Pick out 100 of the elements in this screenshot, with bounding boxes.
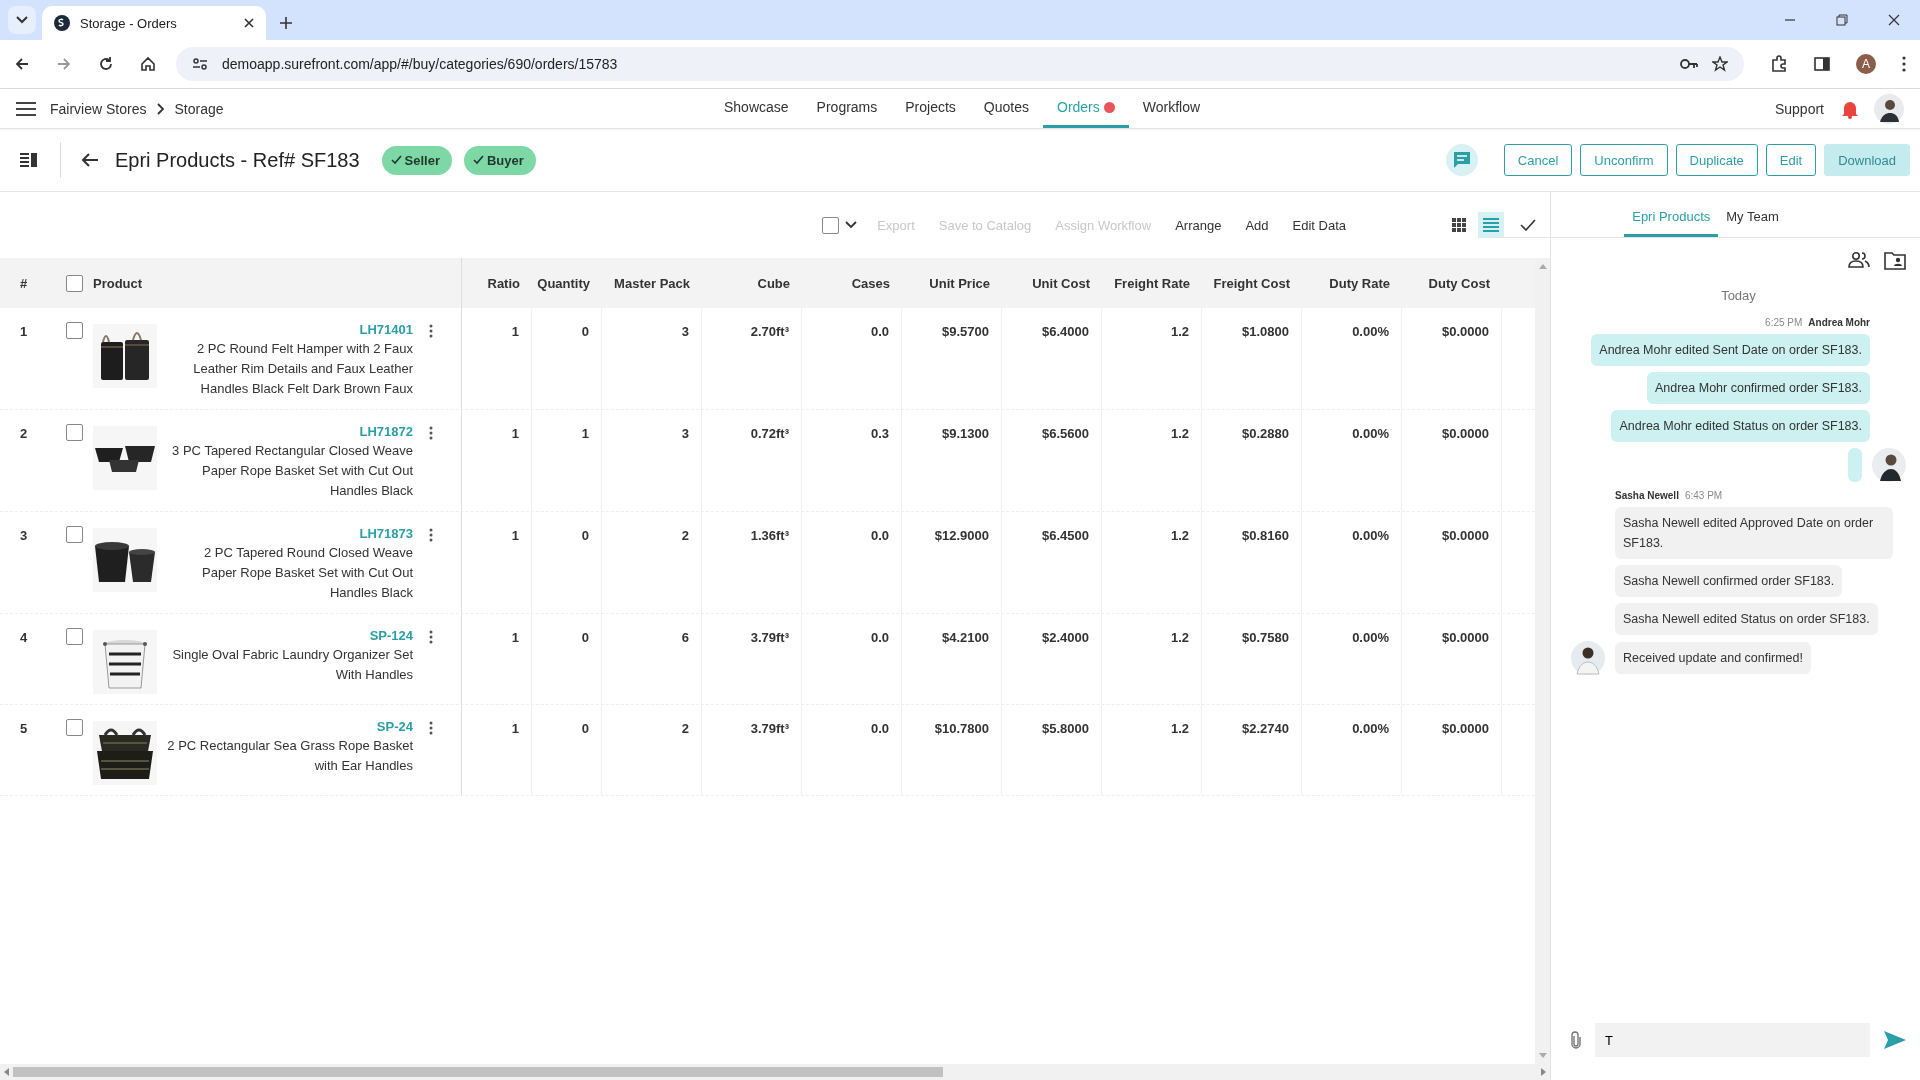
toolbar-action[interactable]: Edit Data xyxy=(1292,217,1346,233)
action-button[interactable]: Unconfirm xyxy=(1580,144,1668,176)
chat-tab[interactable]: Epri Products xyxy=(1624,209,1719,237)
restore-icon[interactable] xyxy=(1836,14,1848,26)
chat-icon[interactable] xyxy=(1445,144,1478,176)
chat-tab[interactable]: My Team xyxy=(1718,209,1787,237)
new-tab-icon[interactable] xyxy=(280,17,292,29)
column-header: Master Pack xyxy=(614,275,690,291)
row-menu-icon[interactable] xyxy=(429,324,433,338)
nav-tab[interactable]: Orders xyxy=(1043,89,1129,128)
select-all-checkbox[interactable] xyxy=(822,216,840,234)
attach-icon[interactable] xyxy=(1571,1031,1581,1049)
tab-title: Storage - Orders xyxy=(80,15,178,31)
row-menu-icon[interactable] xyxy=(429,721,433,735)
row-checkbox[interactable] xyxy=(66,424,83,441)
row-checkbox[interactable] xyxy=(66,628,83,645)
nav-tab[interactable]: Quotes xyxy=(969,89,1043,128)
scroll-left-icon[interactable] xyxy=(4,1068,9,1076)
row-checkbox[interactable] xyxy=(66,526,83,543)
site-settings-icon[interactable] xyxy=(192,57,208,71)
action-button[interactable]: Edit xyxy=(1765,144,1817,176)
row-menu-icon[interactable] xyxy=(429,426,433,440)
sku-link[interactable]: LH71872 xyxy=(359,424,413,439)
address-field[interactable]: demoapp.surefront.com/app/#/buy/categories/690/orders/15783 xyxy=(176,47,1744,81)
table-cell-text: 3.79ft³ xyxy=(750,721,789,738)
table-cell-text: 3 xyxy=(681,426,689,443)
table-cell-text: $10.7800 xyxy=(934,721,989,738)
table-cell-text: 0.00% xyxy=(1352,630,1389,647)
row-menu-icon[interactable] xyxy=(429,528,433,542)
tab-search-icon[interactable] xyxy=(8,6,36,34)
close-tab-icon[interactable] xyxy=(244,18,254,28)
table-cell-text: 0 xyxy=(581,528,589,545)
support-link[interactable]: Support xyxy=(1774,100,1824,117)
forward-icon[interactable] xyxy=(56,56,72,72)
table-cell-text: $2.4000 xyxy=(1042,630,1089,647)
table-cell-text: 1.2 xyxy=(1170,721,1189,738)
user-avatar xyxy=(1872,448,1906,482)
nav-tab[interactable]: Workflow xyxy=(1128,89,1215,128)
action-button[interactable]: Duplicate xyxy=(1675,144,1758,176)
table-cell-text: $9.5700 xyxy=(942,324,989,341)
message-author: Sasha Newell xyxy=(1615,490,1679,501)
sku-link[interactable]: LH71873 xyxy=(359,526,413,541)
row-number: 3 xyxy=(20,528,28,545)
people-icon[interactable] xyxy=(1848,252,1870,268)
key-icon[interactable] xyxy=(1680,58,1698,70)
list-view-icon[interactable] xyxy=(1478,212,1504,238)
column-header: Cube xyxy=(757,275,790,291)
menu-icon[interactable] xyxy=(16,101,36,116)
extensions-icon[interactable] xyxy=(1770,55,1788,73)
sku-link[interactable]: SP-124 xyxy=(369,628,413,643)
breadcrumb-link[interactable]: Fairview Stores xyxy=(50,100,147,117)
sidebar-toggle-icon[interactable] xyxy=(20,152,38,168)
column-header: Ratio xyxy=(487,275,520,291)
back-arrow-icon[interactable] xyxy=(81,152,99,168)
table-cell-text: 0 xyxy=(581,721,589,738)
scrollbar-thumb[interactable] xyxy=(13,1067,943,1077)
message-bubble: Sasha Newell edited Status on order SF183. xyxy=(1615,603,1878,635)
nav-tab[interactable]: Programs xyxy=(802,89,892,128)
row-number: 1 xyxy=(20,324,28,341)
table-cell-text: 1.2 xyxy=(1170,324,1189,341)
table-cell-text: 0.00% xyxy=(1352,426,1389,443)
column-header: Cases xyxy=(851,275,890,291)
close-window-icon[interactable] xyxy=(1888,14,1900,26)
row-checkbox[interactable] xyxy=(66,322,83,339)
back-icon[interactable] xyxy=(14,56,30,72)
sku-link[interactable]: SP-24 xyxy=(376,719,413,734)
side-panel-icon[interactable] xyxy=(1814,56,1830,72)
column-header: Product xyxy=(93,275,143,291)
message-input[interactable]: T xyxy=(1595,1023,1870,1057)
message-bubble: Received update and confirmed! xyxy=(1615,642,1811,674)
home-icon[interactable] xyxy=(140,56,156,72)
user-avatar[interactable] xyxy=(1874,93,1904,124)
action-button[interactable]: Cancel xyxy=(1503,144,1573,176)
browser-tab[interactable]: Storage - Orders xyxy=(42,6,266,40)
row-checkbox[interactable] xyxy=(66,719,83,736)
breadcrumb-link[interactable]: Storage xyxy=(174,100,224,117)
table-cell-text: $0.0000 xyxy=(1442,528,1489,545)
table-cell-text: 1 xyxy=(511,630,519,647)
table-cell-text: 6 xyxy=(681,630,689,647)
column-header: Duty Cost xyxy=(1428,275,1490,291)
sku-link[interactable]: LH71401 xyxy=(359,322,413,337)
profile-avatar[interactable]: A xyxy=(1856,54,1876,74)
nav-tab[interactable]: Showcase xyxy=(710,89,803,128)
toolbar-action[interactable]: Add xyxy=(1245,217,1269,233)
more-icon[interactable] xyxy=(1902,56,1906,72)
table-cell-text: 0.0 xyxy=(870,324,889,341)
table-cell-text: 2.70ft³ xyxy=(750,324,789,341)
send-icon[interactable] xyxy=(1884,1031,1906,1049)
select-all-rows-checkbox[interactable] xyxy=(66,274,83,292)
scroll-right-icon[interactable] xyxy=(1541,1068,1546,1076)
row-menu-icon[interactable] xyxy=(429,630,433,644)
nav-tab[interactable]: Projects xyxy=(891,89,970,128)
star-icon[interactable] xyxy=(1712,56,1728,72)
message-author: Andrea Mohr xyxy=(1808,317,1870,328)
reload-icon[interactable] xyxy=(98,56,114,72)
product-description: Single Oval Fabric Laundry Organizer Set With Handles xyxy=(171,646,413,684)
toolbar-action[interactable]: Arrange xyxy=(1175,217,1222,233)
checkmark-icon[interactable] xyxy=(1520,219,1536,231)
caret-icon[interactable] xyxy=(845,221,858,229)
contact-folder-icon[interactable] xyxy=(1884,252,1906,270)
